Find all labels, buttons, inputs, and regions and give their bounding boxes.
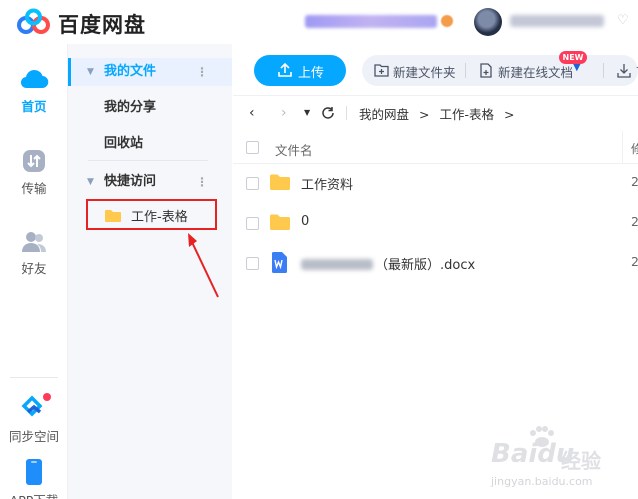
file-row[interactable]: （最新版）.docx 2 [233,243,638,283]
file-row[interactable]: 工作资料 2 [233,163,638,203]
baidu-netdisk-logo-icon[interactable] [16,8,52,36]
nav-label-sync-space: 同步空间 [8,429,59,444]
nav-label-transfer: 传输 [21,181,47,196]
vip-icon[interactable]: ♡ [617,13,629,28]
redacted-text [301,259,373,270]
new-online-doc-label: 新建在线文档 [498,65,574,80]
transfer-icon [23,150,45,172]
quick-access-label: 工作-表格 [131,210,188,225]
column-header-modified[interactable]: 修 [622,131,638,164]
column-header-filename[interactable]: 文件名 [275,140,313,159]
nav-item-transfer[interactable]: 传输 [0,148,68,197]
breadcrumb-separator: > [419,107,430,122]
user-name[interactable] [510,15,604,27]
nav-item-friends[interactable]: 好友 [0,230,68,277]
folder-icon [270,174,290,190]
left-nav: 首页 传输 好友 同步空间 APP下载 [0,44,68,499]
download-icon [617,64,631,78]
folder-icon [270,214,290,230]
file-name[interactable]: 0 [301,214,309,229]
sidebar-item-recycle-bin[interactable]: 回收站 [68,130,232,158]
file-list-header: 文件名 修 [233,131,638,164]
nav-label-app-download: APP下载 [0,490,68,499]
new-folder-icon [374,64,389,77]
activity-icon[interactable] [441,15,453,27]
sidebar-item-quick-access[interactable]: ▼ 快捷访问 ⋮ [68,168,232,196]
nav-label-friends: 好友 [21,261,47,276]
more-icon[interactable]: ⋮ [196,168,208,196]
sidebar-item-my-files[interactable]: ▼ 我的文件 ⋮ [68,58,232,86]
column-header-modified-label: 修 [631,142,638,156]
breadcrumb: ‹ › ▼ 我的网盘 > 工作-表格 > [233,97,638,129]
nav-item-sync-space[interactable]: 同步空间 [0,392,68,445]
sidebar-label-my-share: 我的分享 [104,100,157,115]
upload-icon [278,62,292,77]
avatar[interactable] [474,8,502,36]
nav-divider [10,377,58,378]
file-modified: 2 [631,214,638,229]
watermark: Baidu 经验 jingyan.baidu.com [491,425,621,495]
forward-icon[interactable]: › [281,105,287,121]
refresh-icon[interactable] [321,106,335,120]
breadcrumb-separator: > [503,107,515,122]
upload-button[interactable]: 上传 [254,55,346,86]
select-all-checkbox[interactable] [246,141,259,154]
phone-icon [26,459,42,485]
breadcrumb-item-work-sheet[interactable]: 工作-表格 [439,107,494,122]
app-name: 百度网盘 [58,13,146,37]
file-modified: 2 [631,254,638,269]
friends-icon [22,232,46,252]
toolbar-divider [465,63,466,78]
watermark-cn: 经验 [561,449,601,473]
file-name-text: （最新版）.docx [375,258,476,273]
sidebar-label-quick-access: 快捷访问 [104,174,157,189]
caret-down-icon[interactable]: ▼ [87,58,94,86]
sidebar: ▼ 我的文件 ⋮ 我的分享 回收站 ▼ 快捷访问 ⋮ 工作-表格 [68,44,232,499]
folder-icon [105,210,121,222]
sidebar-divider [88,160,208,161]
promo-banner[interactable] [305,15,437,28]
file-row[interactable]: 0 2 [233,203,638,243]
new-doc-icon [480,63,492,78]
breadcrumb-item-my-netdisk[interactable]: 我的网盘 [359,107,409,122]
sidebar-label-recycle-bin: 回收站 [104,136,144,151]
back-icon[interactable]: ‹ [249,105,255,121]
new-folder-label: 新建文件夹 [393,65,456,80]
row-checkbox[interactable] [246,257,259,270]
breadcrumb-divider [346,106,347,120]
sidebar-item-my-share[interactable]: 我的分享 [68,94,232,122]
new-badge: NEW [559,51,587,64]
cloud-icon [20,69,49,89]
watermark-url: jingyan.baidu.com [491,475,593,488]
word-doc-icon [272,252,287,273]
more-icon[interactable]: ⋮ [196,58,208,86]
nav-item-home[interactable]: 首页 [0,66,68,115]
top-bar: 百度网盘 ♡ [0,0,638,44]
nav-label-home: 首页 [21,99,47,114]
sidebar-label-my-files: 我的文件 [104,64,157,79]
caret-down-icon[interactable]: ▼ [87,168,94,196]
file-modified: 2 [631,174,638,189]
toolbar: 上传 新建文件夹 新建在线文档 ▼ NEW 下 [233,44,638,96]
file-name[interactable]: 工作资料 [301,174,353,193]
history-dropdown-icon[interactable]: ▼ [304,108,310,117]
sync-icon [21,393,51,417]
toolbar-divider [603,63,604,78]
file-name[interactable]: （最新版）.docx [301,254,475,273]
breadcrumb-path: 我的网盘 > 工作-表格 > [359,104,520,123]
row-checkbox[interactable] [246,217,259,230]
nav-item-app-download[interactable]: APP下载 [0,458,68,499]
quick-access-item-work-sheet[interactable]: 工作-表格 [86,199,217,230]
upload-label: 上传 [298,66,325,81]
row-checkbox[interactable] [246,177,259,190]
